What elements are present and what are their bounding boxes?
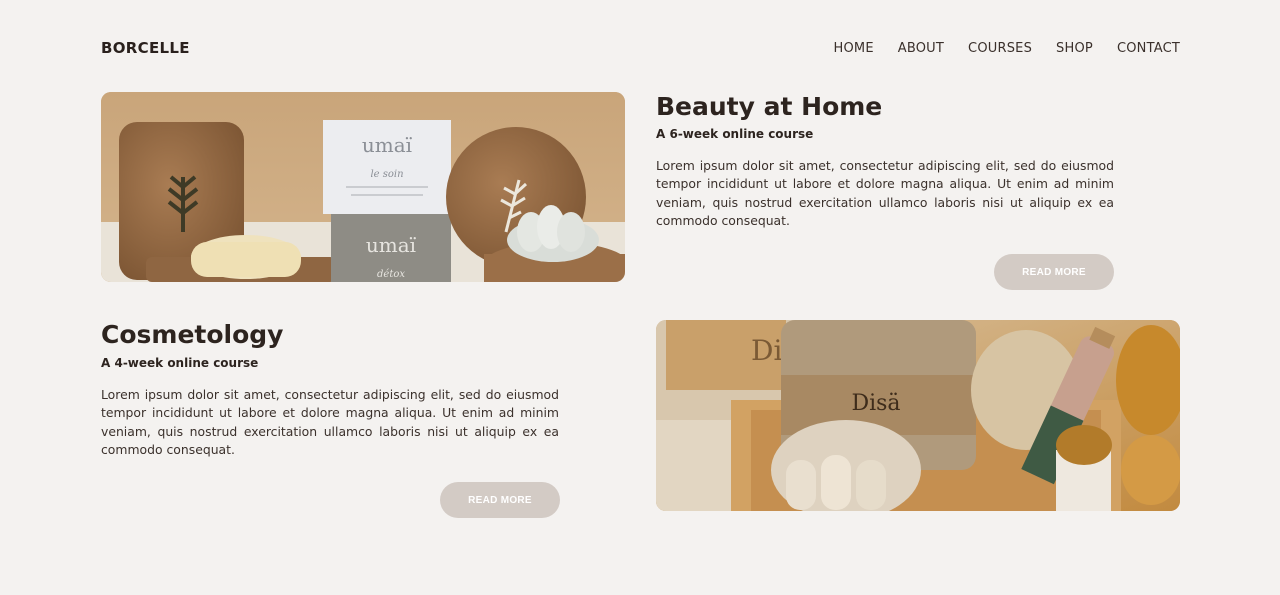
- svg-text:umaï: umaï: [366, 233, 417, 257]
- svg-text:le soin: le soin: [370, 169, 403, 180]
- course-image-beauty: umaï le soin umaï détox: [101, 92, 625, 282]
- course-title-cosmetology: Cosmetology: [101, 320, 284, 349]
- site-header: BORCELLE HOME ABOUT COURSES SHOP CONTACT: [101, 36, 1180, 60]
- course-image-cosmetology: Di Disä: [656, 320, 1180, 511]
- brand-logo[interactable]: BORCELLE: [101, 39, 190, 57]
- nav-home[interactable]: HOME: [834, 41, 874, 56]
- course-subtitle-beauty: A 6-week online course: [656, 127, 814, 141]
- main-nav: HOME ABOUT COURSES SHOP CONTACT: [834, 41, 1180, 56]
- read-more-button-beauty[interactable]: READ MORE: [994, 254, 1114, 290]
- nav-contact[interactable]: CONTACT: [1117, 41, 1180, 56]
- course-description-beauty: Lorem ipsum dolor sit amet, consectetur …: [656, 158, 1114, 228]
- spa-gift-photo: Di Disä: [656, 320, 1180, 511]
- nav-shop[interactable]: SHOP: [1056, 41, 1093, 56]
- svg-text:Di: Di: [751, 334, 782, 367]
- svg-text:Disä: Disä: [851, 391, 900, 416]
- course-subtitle-cosmetology: A 4-week online course: [101, 356, 259, 370]
- read-more-button-cosmetology[interactable]: READ MORE: [440, 482, 560, 518]
- soap-product-photo: umaï le soin umaï détox: [101, 92, 625, 282]
- course-title-beauty: Beauty at Home: [656, 92, 883, 121]
- svg-text:umaï: umaï: [362, 133, 413, 157]
- svg-text:détox: détox: [377, 269, 405, 280]
- course-description-cosmetology: Lorem ipsum dolor sit amet, consectetur …: [101, 387, 559, 457]
- nav-courses[interactable]: COURSES: [968, 41, 1032, 56]
- nav-about[interactable]: ABOUT: [898, 41, 944, 56]
